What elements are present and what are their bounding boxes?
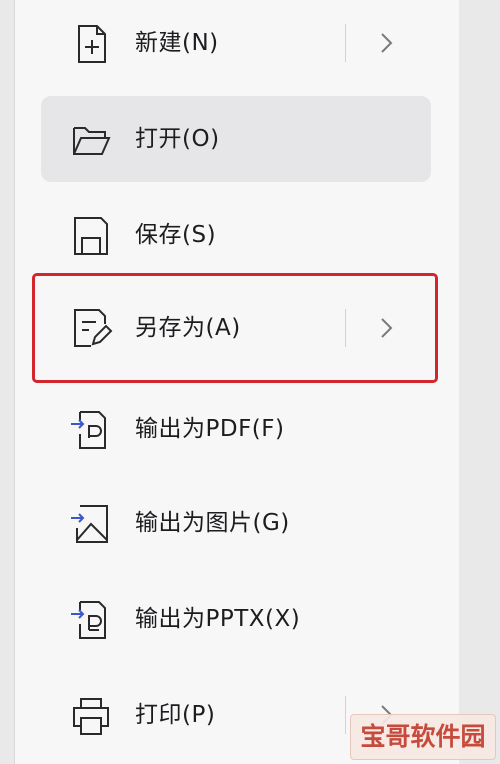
- file-menu: 新建(N) 打开(O) 保存(S) 另存为(A) 输出为PDF(F) 输出为图片…: [14, 0, 459, 764]
- chevron-right-icon[interactable]: [371, 313, 401, 343]
- menu-item-new[interactable]: 新建(N): [41, 0, 431, 86]
- menu-item-label: 打开(O): [135, 126, 220, 152]
- menu-item-label: 输出为图片(G): [135, 510, 290, 536]
- folder-open-icon: [69, 118, 113, 162]
- export-image-icon: [69, 502, 113, 546]
- print-icon: [69, 694, 113, 738]
- chevron-right-icon[interactable]: [371, 28, 401, 58]
- submenu-divider: [345, 309, 346, 347]
- menu-item-label: 另存为(A): [135, 315, 241, 341]
- menu-item-open[interactable]: 打开(O): [41, 96, 431, 182]
- menu-item-export-pdf[interactable]: 输出为PDF(F): [41, 386, 431, 472]
- submenu-divider: [345, 696, 346, 734]
- menu-item-label: 打印(P): [135, 702, 216, 728]
- menu-item-export-image[interactable]: 输出为图片(G): [41, 480, 431, 566]
- watermark-logo: 宝哥软件园: [350, 714, 496, 760]
- new-file-icon: [69, 22, 113, 66]
- menu-item-label: 输出为PPTX(X): [135, 606, 301, 632]
- menu-item-save-as[interactable]: 另存为(A): [32, 273, 438, 383]
- export-pptx-icon: [69, 598, 113, 642]
- menu-item-label: 输出为PDF(F): [135, 416, 285, 442]
- export-pdf-icon: [69, 408, 113, 452]
- menu-item-export-pptx[interactable]: 输出为PPTX(X): [41, 576, 431, 662]
- menu-item-label: 新建(N): [135, 30, 219, 56]
- submenu-divider: [345, 24, 346, 62]
- menu-item-save[interactable]: 保存(S): [41, 192, 431, 278]
- save-as-icon: [69, 306, 113, 350]
- menu-item-label: 保存(S): [135, 222, 217, 248]
- save-icon: [69, 214, 113, 258]
